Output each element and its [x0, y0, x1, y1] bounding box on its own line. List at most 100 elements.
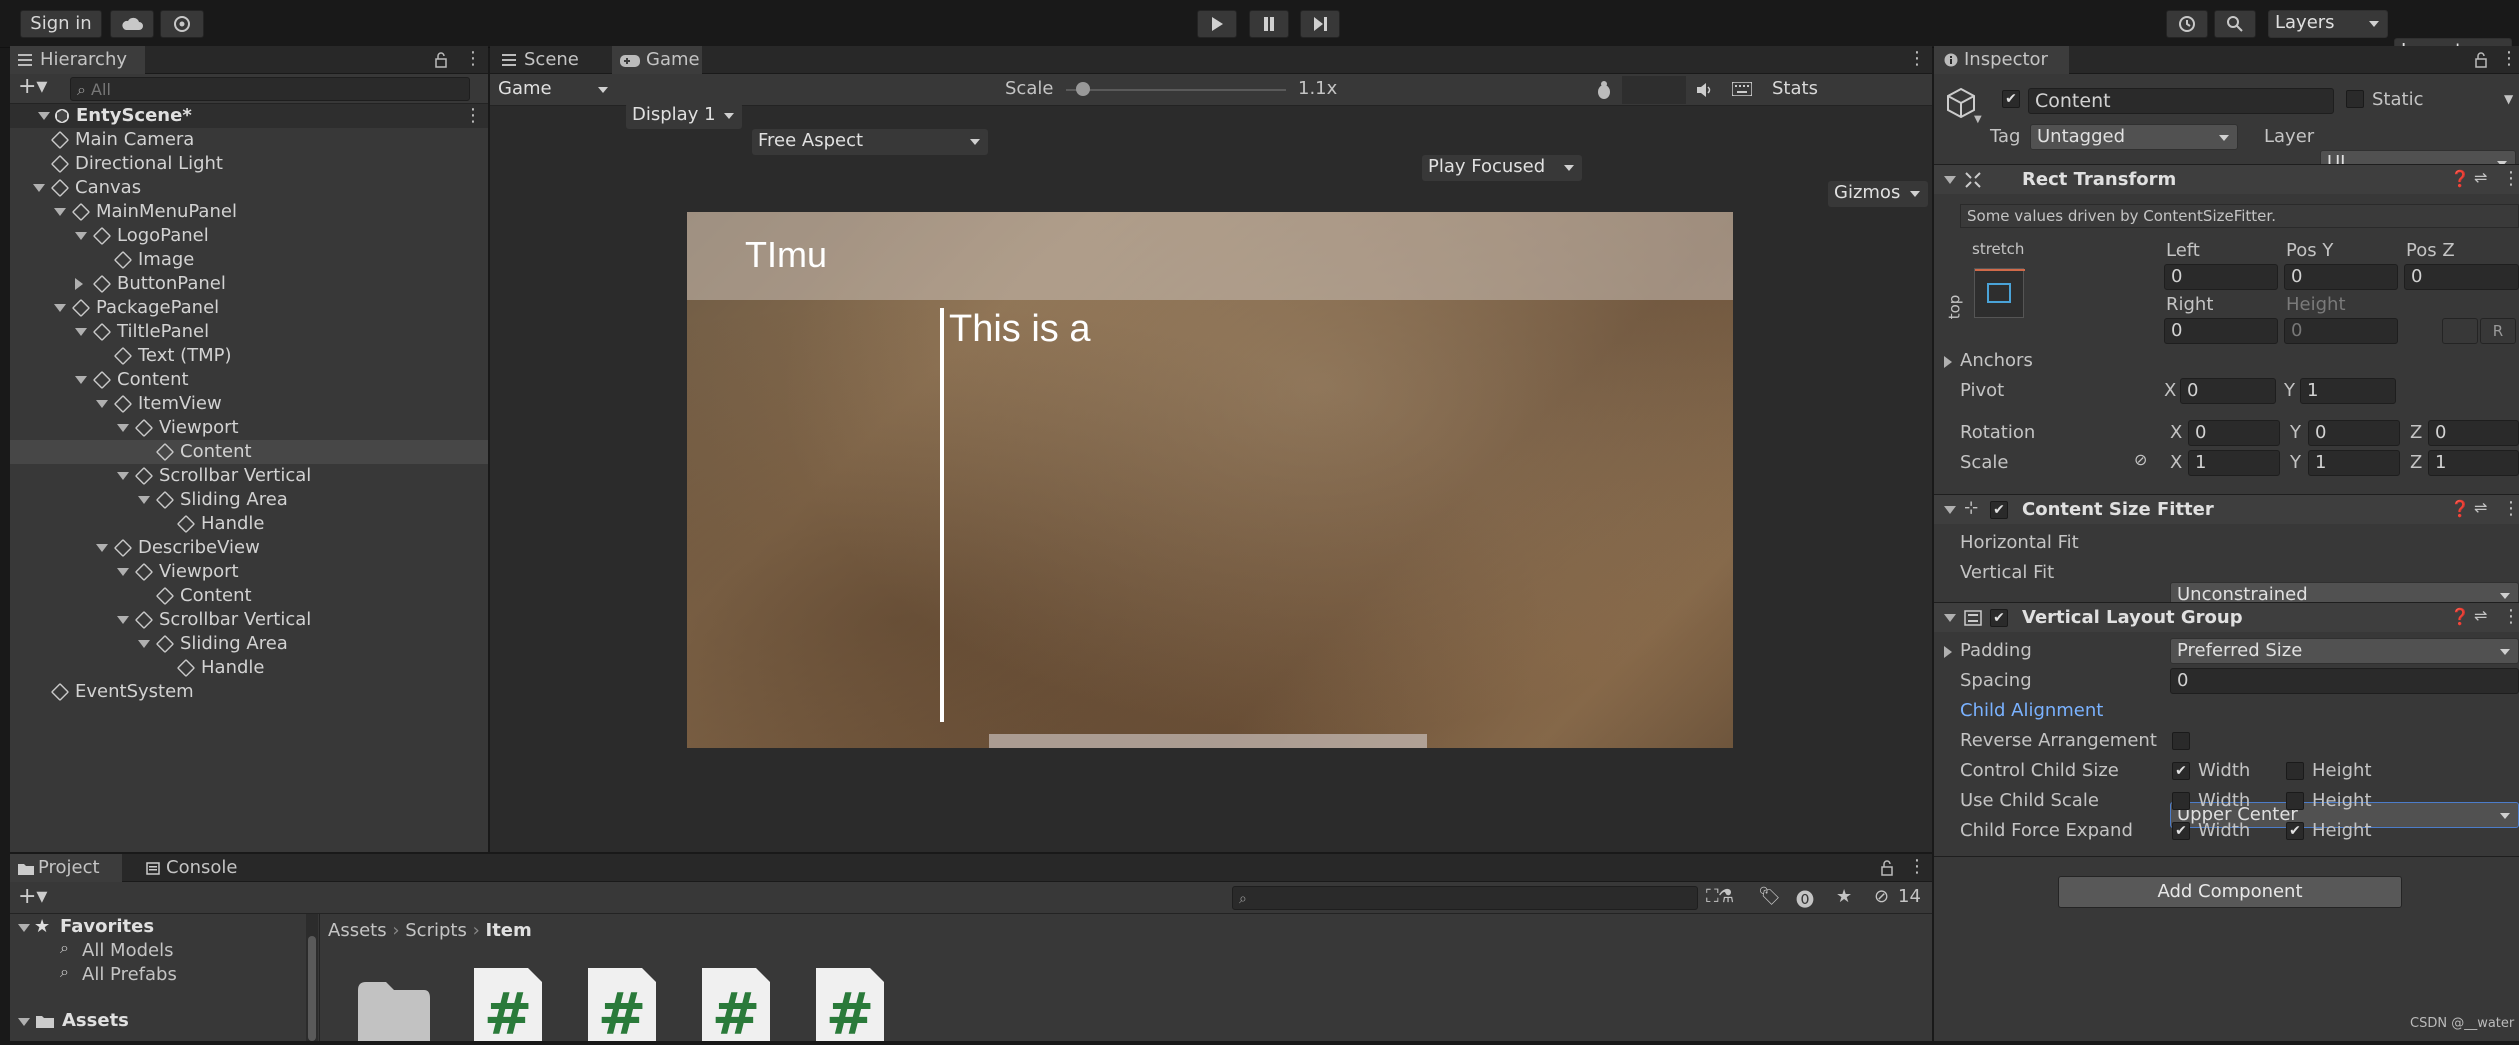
scale-z-field[interactable]: 1 [2428, 450, 2519, 476]
pivot-x-field[interactable]: 0 [2180, 378, 2276, 404]
content-size-fitter-header[interactable]: ⊹ ✔ Content Size Fitter ❓ ⇌ ⋮ [1934, 494, 2519, 524]
expand-arrow-icon[interactable] [117, 616, 129, 624]
expand-arrow-icon[interactable] [75, 328, 87, 336]
scale-x-field[interactable]: 1 [2188, 450, 2280, 476]
expand-arrow-icon[interactable] [138, 496, 150, 504]
hierarchy-item[interactable]: DescribeView [10, 536, 488, 560]
preset-icon[interactable]: ⇌ [2474, 498, 2487, 517]
scale-width-checkbox[interactable] [2172, 792, 2190, 810]
favorites-label[interactable]: Favorites [60, 916, 154, 937]
hierarchy-item[interactable]: Sliding Area [10, 488, 488, 512]
collab-button[interactable] [160, 10, 204, 38]
asset-script[interactable]: # [470, 964, 546, 1045]
tree-scrollbar-thumb[interactable] [308, 936, 316, 1041]
anchor-preset-button[interactable] [1974, 268, 2025, 318]
hierarchy-item[interactable]: Viewport [10, 560, 488, 584]
sign-in-button[interactable]: Sign in [20, 10, 102, 38]
search-by-type-icon[interactable]: ⛶ [1706, 886, 1719, 907]
component-menu-icon[interactable]: ⋮ [2502, 606, 2519, 627]
static-checkbox[interactable] [2346, 90, 2364, 108]
scale-y-field[interactable]: 1 [2308, 450, 2400, 476]
vertical-fit-dropdown[interactable]: Preferred Size [2170, 638, 2519, 664]
project-menu-icon[interactable]: ⋮ [1908, 856, 1926, 877]
breadcrumb-item[interactable]: Item [486, 920, 532, 941]
game-canvas[interactable]: TImu This is a [687, 212, 1733, 796]
game-mode-dropdown[interactable]: Game [492, 77, 616, 103]
help-icon[interactable]: ❓ [2450, 607, 2470, 626]
hierarchy-item[interactable]: Sliding Area [10, 632, 488, 656]
object-name-field[interactable]: Content [2028, 88, 2334, 114]
hierarchy-item[interactable]: Content [10, 440, 488, 464]
left-field[interactable]: 0 [2164, 264, 2278, 290]
hierarchy-item[interactable]: ButtonPanel [10, 272, 488, 296]
rotation-z-field[interactable]: 0 [2428, 420, 2519, 446]
collapsed-arrow-icon[interactable] [75, 278, 83, 290]
rotation-y-field[interactable]: 0 [2308, 420, 2400, 446]
keyboard-icon[interactable] [1732, 82, 1752, 96]
expand-arrow-icon[interactable] [117, 424, 129, 432]
step-button[interactable] [1300, 10, 1340, 38]
bug-icon[interactable] [1594, 80, 1614, 100]
breadcrumb-scripts[interactable]: Scripts [405, 920, 467, 941]
constrain-link-icon[interactable]: ⊘ [2134, 450, 2147, 469]
label-icon[interactable]: 🏷 [1758, 886, 1781, 907]
posy-field[interactable]: 0 [2284, 264, 2398, 290]
collapse-arrow-icon[interactable] [1944, 614, 1956, 622]
lock-icon[interactable] [434, 52, 448, 68]
expand-arrow-icon[interactable] [75, 376, 87, 384]
expand-arrow-icon[interactable] [33, 184, 45, 192]
padding-expand-icon[interactable] [1944, 646, 1952, 658]
stats-button[interactable]: Stats [1772, 78, 1818, 99]
help-icon[interactable]: ❓ [2450, 499, 2470, 518]
play-focused-dropdown[interactable]: Play Focused [1422, 155, 1582, 181]
all-prefabs-item[interactable]: All Prefabs [82, 964, 177, 985]
horizontal-scrollbar[interactable] [989, 734, 1427, 748]
hierarchy-item[interactable]: EventSystem [10, 680, 488, 704]
anchors-label[interactable]: Anchors [1960, 350, 2033, 371]
display-dropdown[interactable]: Display 1 [626, 103, 742, 129]
assets-label[interactable]: Assets [62, 1010, 129, 1031]
play-button[interactable] [1197, 10, 1237, 38]
blueprint-mode-button[interactable] [2442, 318, 2478, 344]
expand-arrow-icon[interactable] [96, 544, 108, 552]
hierarchy-search-input[interactable]: ⌕ All [70, 77, 470, 101]
scene-row[interactable]: EntyScene* ⋮ [10, 104, 488, 128]
audio-mute-button[interactable] [1622, 76, 1686, 104]
pivot-y-field[interactable]: 1 [2300, 378, 2396, 404]
hierarchy-item[interactable]: Scrollbar Vertical [10, 464, 488, 488]
raw-edit-button[interactable]: R [2480, 318, 2516, 344]
tag-dropdown[interactable]: Untagged [2030, 124, 2238, 150]
hierarchy-item[interactable]: MainMenuPanel [10, 200, 488, 224]
expand-arrow-icon[interactable] [54, 208, 66, 216]
add-component-button[interactable]: Add Component [2058, 876, 2402, 908]
gizmos-dropdown[interactable]: Gizmos [1828, 181, 1928, 207]
add-icon[interactable]: +▾ [18, 74, 47, 99]
expand-arrow-icon[interactable] [54, 304, 66, 312]
csf-enabled-checkbox[interactable]: ✔ [1990, 501, 2008, 519]
spacing-field[interactable]: 0 [2170, 668, 2519, 694]
all-models-item[interactable]: All Models [82, 940, 173, 961]
layers-dropdown[interactable]: Layers [2268, 10, 2388, 38]
filter-type-icon[interactable]: ⚗ [1718, 886, 1734, 907]
hierarchy-item[interactable]: Canvas [10, 176, 488, 200]
cloud-button[interactable] [110, 10, 154, 38]
favorite-star-icon[interactable]: ★ [1836, 886, 1852, 907]
kebab-menu-icon[interactable]: ⋮ [464, 48, 482, 69]
inspector-menu-icon[interactable]: ⋮ [2500, 48, 2518, 69]
hierarchy-item[interactable]: Directional Light [10, 152, 488, 176]
help-icon[interactable]: ❓ [2450, 169, 2470, 188]
assets-expand-icon[interactable] [18, 1018, 30, 1026]
scale-height-checkbox[interactable] [2286, 792, 2304, 810]
hierarchy-item[interactable]: Main Camera [10, 128, 488, 152]
lock-icon[interactable] [2474, 52, 2488, 68]
right-field[interactable]: 0 [2164, 318, 2278, 344]
expand-width-checkbox[interactable]: ✔ [2172, 822, 2190, 840]
expand-arrow-icon[interactable] [96, 400, 108, 408]
vlg-enabled-checkbox[interactable]: ✔ [1990, 609, 2008, 627]
lock-icon[interactable] [1880, 860, 1894, 876]
hierarchy-item[interactable]: Handle [10, 656, 488, 680]
rotation-x-field[interactable]: 0 [2188, 420, 2280, 446]
expand-arrow-icon[interactable] [38, 112, 50, 120]
hierarchy-item[interactable]: Content [10, 584, 488, 608]
hierarchy-item[interactable]: TiltlePanel [10, 320, 488, 344]
